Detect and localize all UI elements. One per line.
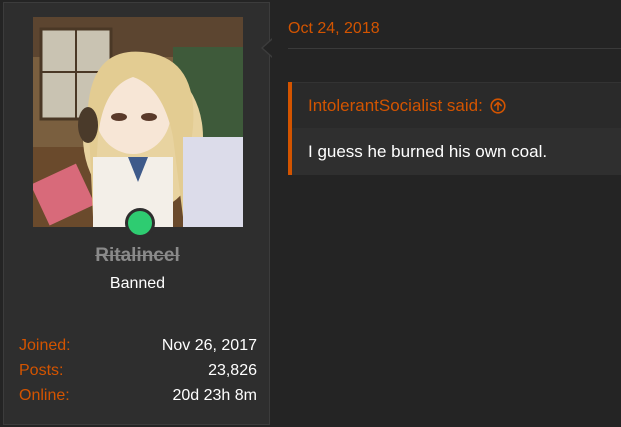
user-avatar[interactable]: [33, 17, 243, 227]
message-area: [272, 2, 621, 425]
stat-label: Posts:: [19, 362, 64, 379]
anime-avatar-icon: [33, 17, 243, 227]
user-stats: Joined: Nov 26, 2017 Posts: 23,826 Onlin…: [19, 337, 257, 412]
stat-value: 23,826: [208, 362, 257, 379]
stat-label: Joined:: [19, 337, 71, 354]
quote-header[interactable]: IntolerantSocialist said:: [292, 82, 621, 128]
stat-label: Online:: [19, 387, 70, 404]
message-pointer-arrow-inner: [263, 40, 272, 56]
stat-row-posts: Posts: 23,826: [19, 362, 257, 387]
quote-author[interactable]: IntolerantSocialist said:: [308, 96, 483, 116]
post-date-link[interactable]: Oct 24, 2018: [288, 20, 380, 38]
stat-value: 20d 23h 8m: [172, 387, 257, 404]
arrow-up-circle-icon[interactable]: [490, 97, 506, 114]
quote-block: IntolerantSocialist said: I guess he bur…: [288, 82, 621, 175]
stat-row-online: Online: 20d 23h 8m: [19, 387, 257, 412]
stat-value: Nov 26, 2017: [161, 337, 257, 354]
user-info-panel: Ritalincel Banned Joined: Nov 26, 2017 P…: [3, 2, 270, 425]
user-title: Banned: [109, 275, 166, 292]
divider: [288, 48, 621, 49]
online-status-indicator: [125, 208, 155, 238]
stat-row-joined: Joined: Nov 26, 2017: [19, 337, 257, 362]
username[interactable]: Ritalincel: [4, 245, 271, 267]
quote-text: I guess he burned his own coal.: [292, 128, 621, 175]
